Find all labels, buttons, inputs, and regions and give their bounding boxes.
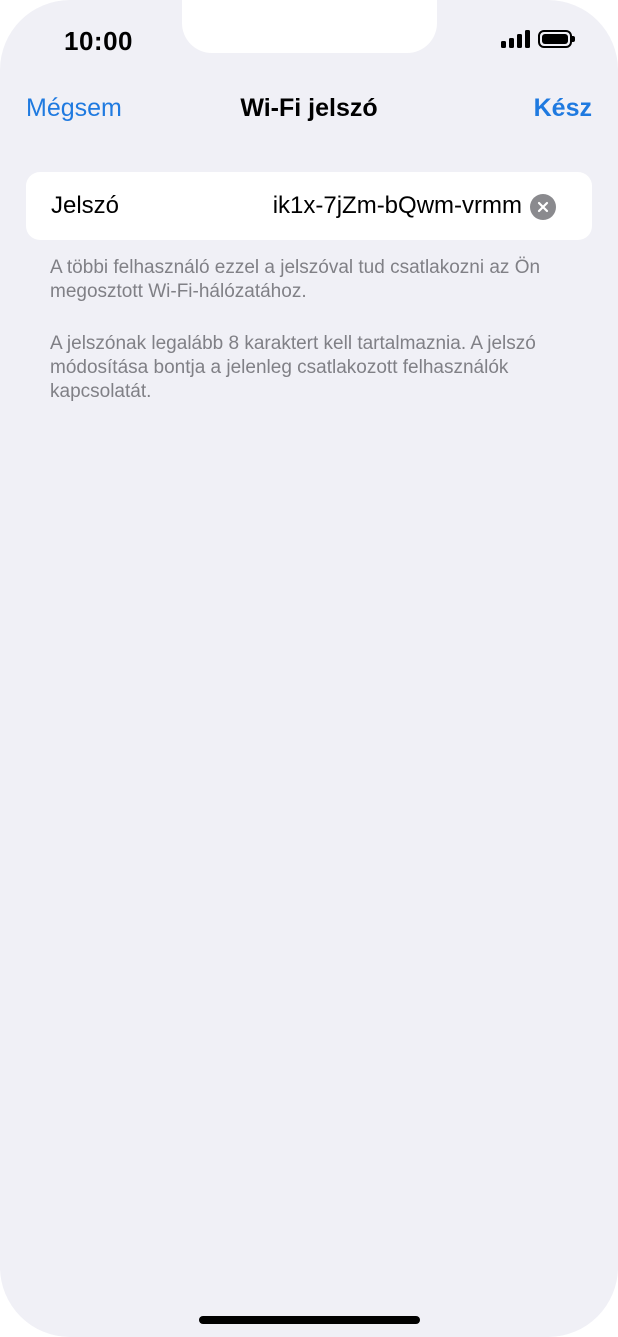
done-button[interactable]: Kész <box>534 94 592 123</box>
password-input[interactable] <box>192 186 522 226</box>
cellular-signal-icon <box>501 30 530 48</box>
footer-note-sharing: A többi felhasználó ezzel a jelszóval tu… <box>50 257 541 302</box>
page-title: Wi-Fi jelszó <box>240 94 378 122</box>
home-indicator[interactable] <box>199 1316 420 1324</box>
password-label: Jelszó <box>51 192 120 219</box>
status-time: 10:00 <box>64 26 133 56</box>
password-card: Jelszó <box>26 172 592 240</box>
phone-screen: 10:00 Mégsem Wi-Fi jelszó Kész Jelszó A … <box>0 0 618 1337</box>
battery-icon <box>538 30 575 48</box>
status-icons <box>501 30 575 48</box>
navigation-bar: Mégsem Wi-Fi jelszó Kész <box>0 88 618 132</box>
clear-text-icon[interactable] <box>530 194 556 220</box>
notch <box>182 0 437 53</box>
footer-note-requirements: A jelszónak legalább 8 karaktert kell ta… <box>50 333 536 402</box>
